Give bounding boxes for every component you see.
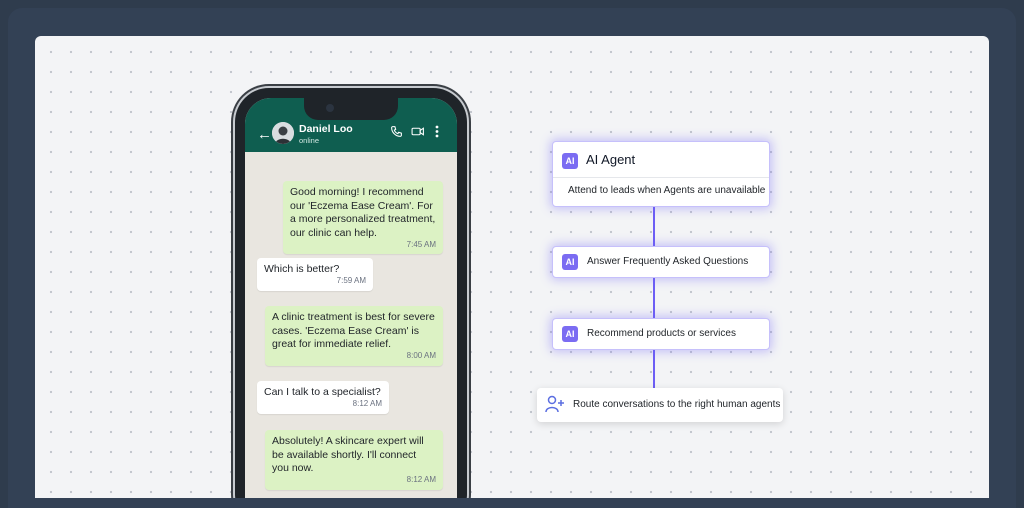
avatar[interactable]: [272, 122, 294, 144]
person-add-icon: [545, 395, 565, 418]
phone-call-icon[interactable]: [390, 125, 403, 143]
flow-step-recommend[interactable]: AI Recommend products or services: [552, 318, 770, 350]
message-bubble: Can I talk to a specialist? 8:12 AM: [257, 381, 389, 414]
message-list: Good morning! I recommend our 'Eczema Ea…: [245, 152, 457, 498]
flow-connector: [653, 206, 655, 392]
message-text: Which is better?: [264, 263, 340, 275]
phone-notch: [304, 98, 398, 120]
message-bubble: Absolutely! A skincare expert will be av…: [265, 430, 443, 490]
ai-badge-icon: AI: [562, 153, 578, 169]
contact-status: online: [299, 136, 320, 145]
ai-badge-icon: AI: [562, 326, 578, 342]
message-time: 8:12 AM: [352, 399, 382, 408]
node-divider: [553, 177, 769, 178]
camera-icon: [326, 104, 334, 112]
message-bubble: Which is better? 7:59 AM: [257, 258, 373, 291]
message-text: Good morning! I recommend our 'Eczema Ea…: [290, 186, 436, 239]
agent-description: Attend to leads when Agents are unavaila…: [568, 185, 766, 196]
flow-step-faq[interactable]: AI Answer Frequently Asked Questions: [552, 246, 770, 278]
message-bubble: Good morning! I recommend our 'Eczema Ea…: [283, 181, 443, 254]
message-time: 8:12 AM: [406, 475, 436, 484]
phone-mockup: ← Daniel Loo online Good morning! I reco…: [235, 88, 467, 498]
contact-name[interactable]: Daniel Loo: [299, 123, 353, 135]
flow-step-label: Recommend products or services: [587, 328, 736, 339]
message-bubble: A clinic treatment is best for severe ca…: [265, 306, 443, 366]
message-time: 7:59 AM: [336, 276, 366, 285]
message-text: Absolutely! A skincare expert will be av…: [272, 435, 424, 474]
video-call-icon[interactable]: [411, 125, 425, 143]
back-arrow-icon[interactable]: ←: [257, 127, 272, 142]
flow-step-label: Answer Frequently Asked Questions: [587, 256, 749, 267]
agent-title: AI Agent: [586, 152, 636, 167]
message-time: 7:45 AM: [406, 239, 436, 249]
more-options-icon[interactable]: [435, 125, 439, 143]
ai-badge-icon: AI: [562, 254, 578, 270]
flow-step-human-route[interactable]: Route conversations to the right human a…: [537, 388, 783, 422]
dotted-canvas: ← Daniel Loo online Good morning! I reco…: [35, 36, 989, 498]
flow-step-label: Route conversations to the right human a…: [573, 399, 781, 410]
ai-agent-node[interactable]: AI AI Agent Attend to leads when Agents …: [552, 141, 770, 207]
message-time: 8:00 AM: [406, 351, 436, 360]
message-text: A clinic treatment is best for severe ca…: [272, 311, 435, 350]
phone-screen: ← Daniel Loo online Good morning! I reco…: [245, 98, 457, 498]
